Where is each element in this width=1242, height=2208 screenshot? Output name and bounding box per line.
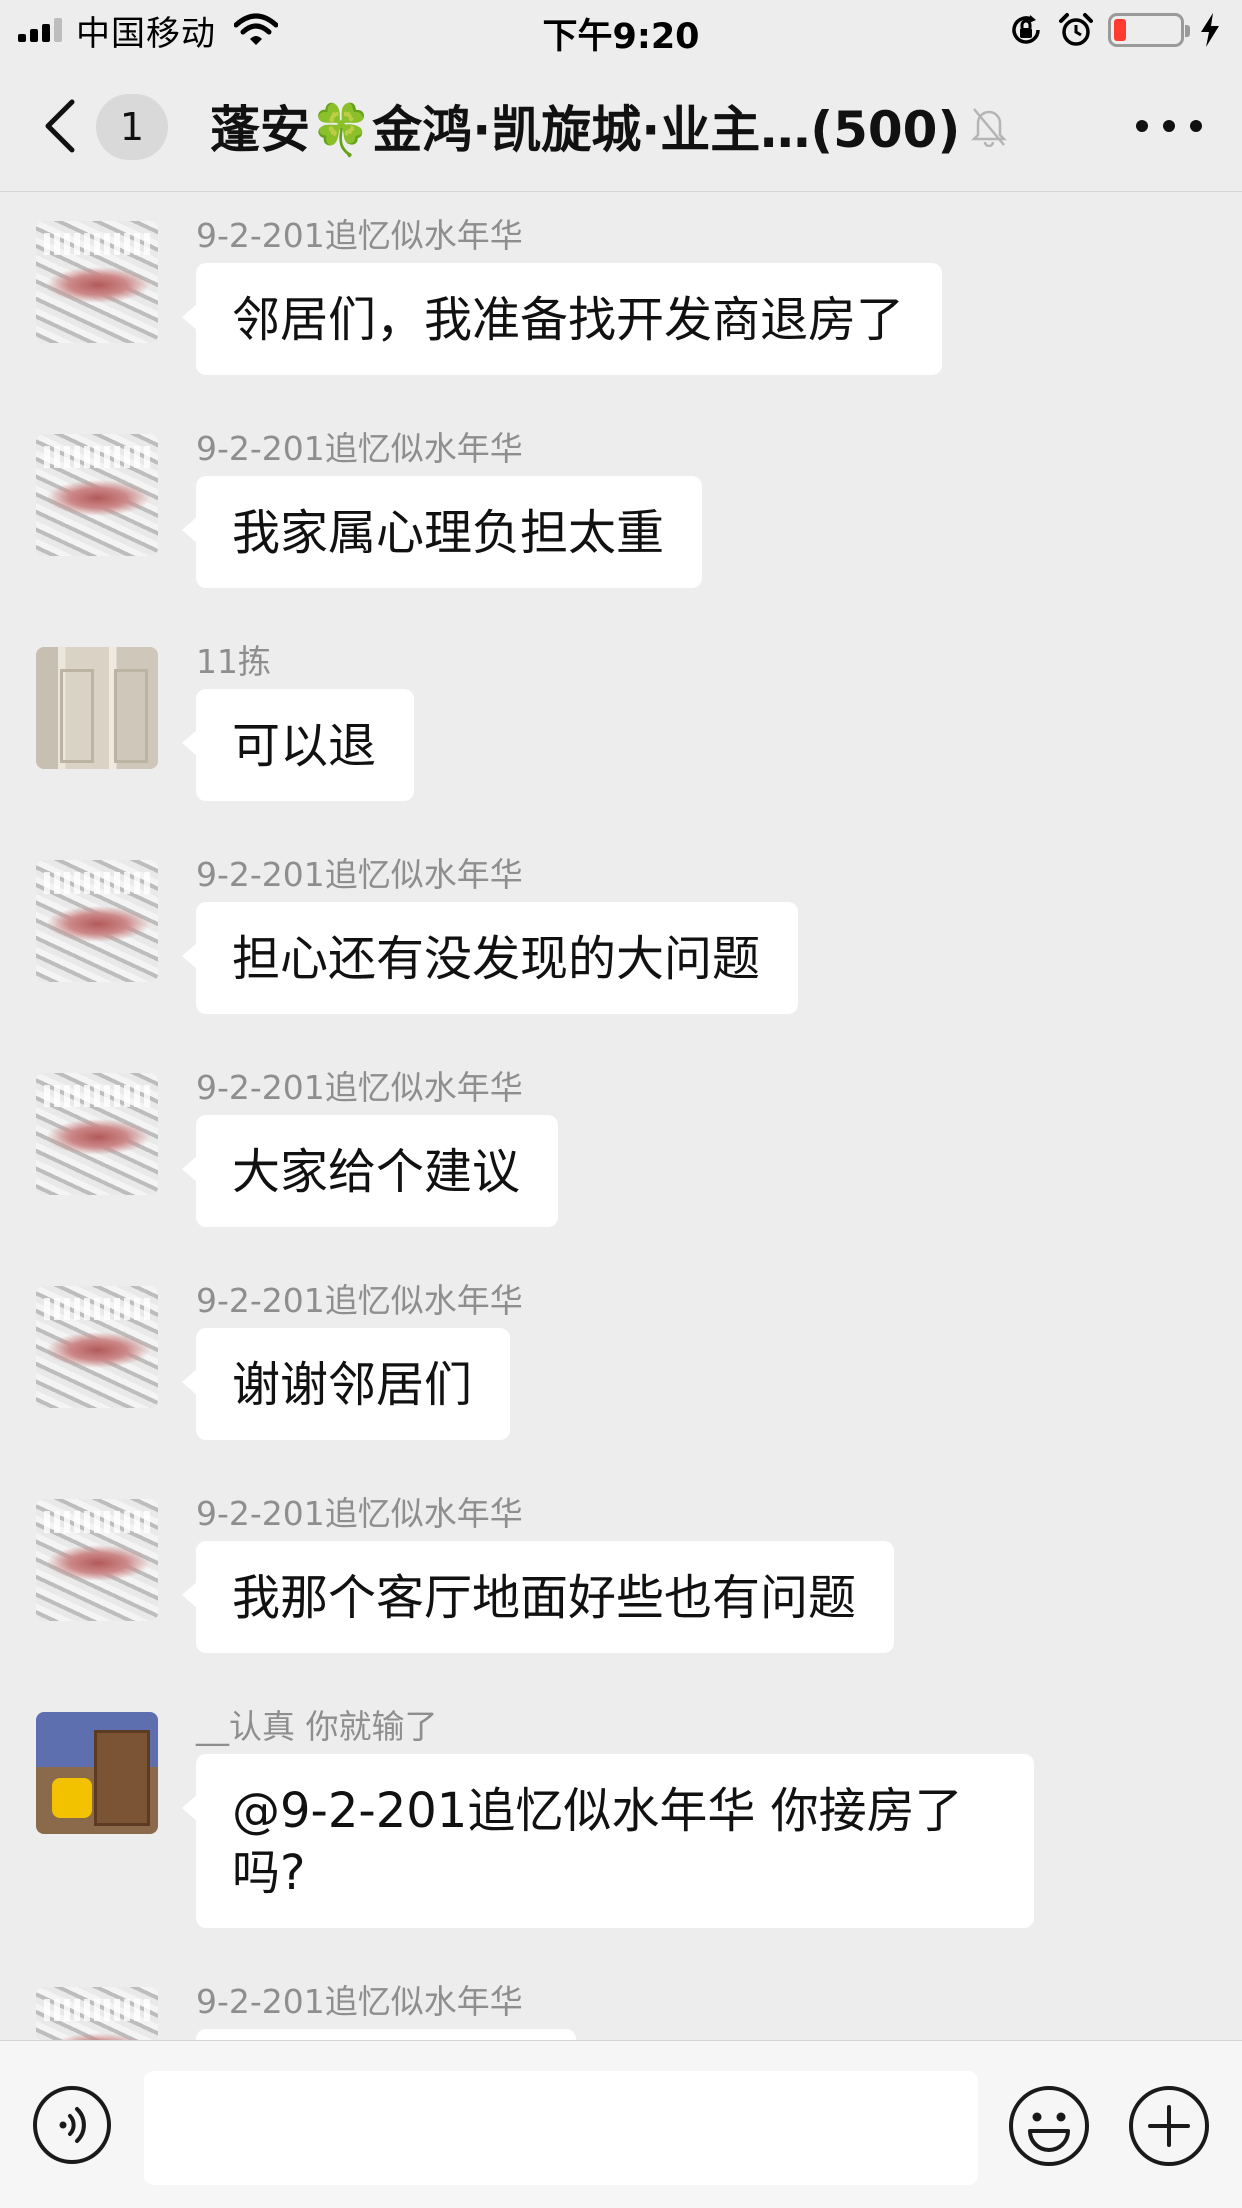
- status-bar: 中国移动 下午9:20: [0, 0, 1242, 60]
- avatar[interactable]: [36, 1499, 158, 1621]
- chat-title: 蓬安🍀金鸿·凯旋城·业主…(500): [210, 101, 961, 159]
- message-bubble[interactable]: @9-2-201追忆似水年华 你接房了吗?: [182, 1754, 1034, 1928]
- message-bubble[interactable]: 大家给个建议: [181, 1115, 559, 1227]
- more-dots-icon[interactable]: [1136, 108, 1202, 144]
- avatar[interactable]: [36, 860, 158, 982]
- message-bubble[interactable]: [196, 2029, 576, 2040]
- message-bubble[interactable]: 担心还有没发现的大问题: [181, 902, 799, 1014]
- chat-title-row[interactable]: 蓬安🍀金鸿·凯旋城·业主…(500): [210, 96, 1008, 159]
- message-bubble[interactable]: 我那个客厅地面好些也有问题: [181, 1541, 895, 1653]
- sender-name: 9-2-201追忆似水年华: [196, 429, 523, 468]
- chevron-left-icon[interactable]: [40, 98, 80, 154]
- avatar[interactable]: [36, 221, 158, 343]
- message-bubble[interactable]: 我家属心理负担太重: [181, 476, 703, 588]
- avatar[interactable]: [36, 647, 158, 769]
- battery-icon: [1108, 13, 1190, 47]
- sender-name: 9-2-201追忆似水年华: [196, 1068, 523, 1107]
- message-list[interactable]: 9-2-201追忆似水年华 邻居们，我准备找开发商退房了 9-2-201追忆似水…: [0, 193, 1242, 2040]
- voice-icon[interactable]: [32, 2085, 112, 2165]
- avatar[interactable]: [36, 1073, 158, 1195]
- plus-icon[interactable]: [1128, 2085, 1210, 2167]
- sender-name: 9-2-201追忆似水年华: [196, 216, 523, 255]
- avatar[interactable]: [36, 1286, 158, 1408]
- sender-name: 9-2-201追忆似水年华: [196, 855, 523, 894]
- message-bubble[interactable]: 谢谢邻居们: [181, 1328, 511, 1440]
- avatar[interactable]: [36, 434, 158, 556]
- message-input[interactable]: [144, 2071, 978, 2185]
- sender-name: 9-2-201追忆似水年华: [196, 1281, 523, 1320]
- bell-off-icon: [971, 108, 1008, 147]
- sender-name: 9-2-201追忆似水年华: [196, 1494, 523, 1533]
- sender-name: __认真 你就输了: [196, 1707, 438, 1746]
- orientation-lock-icon: [1012, 15, 1040, 44]
- alarm-icon: [1059, 13, 1093, 46]
- unread-count-badge[interactable]: 1: [96, 94, 168, 160]
- emoji-icon[interactable]: [1008, 2085, 1090, 2167]
- avatar[interactable]: [36, 1987, 158, 2040]
- input-bar: [0, 2040, 1242, 2208]
- nav-bar: 1 蓬安🍀金鸿·凯旋城·业主…(500): [0, 60, 1242, 192]
- charging-icon: [1201, 13, 1219, 47]
- chat-screen: 中国移动 下午9:20 1 蓬安🍀金鸿·凯旋城·业主…(500) 9-2-201…: [0, 0, 1242, 2208]
- message-bubble[interactable]: 可以退: [181, 689, 415, 801]
- sender-name: 11拣: [196, 642, 271, 681]
- avatar[interactable]: [36, 1712, 158, 1834]
- sender-name: 9-2-201追忆似水年华: [196, 1982, 523, 2021]
- message-bubble[interactable]: 邻居们，我准备找开发商退房了: [181, 263, 943, 375]
